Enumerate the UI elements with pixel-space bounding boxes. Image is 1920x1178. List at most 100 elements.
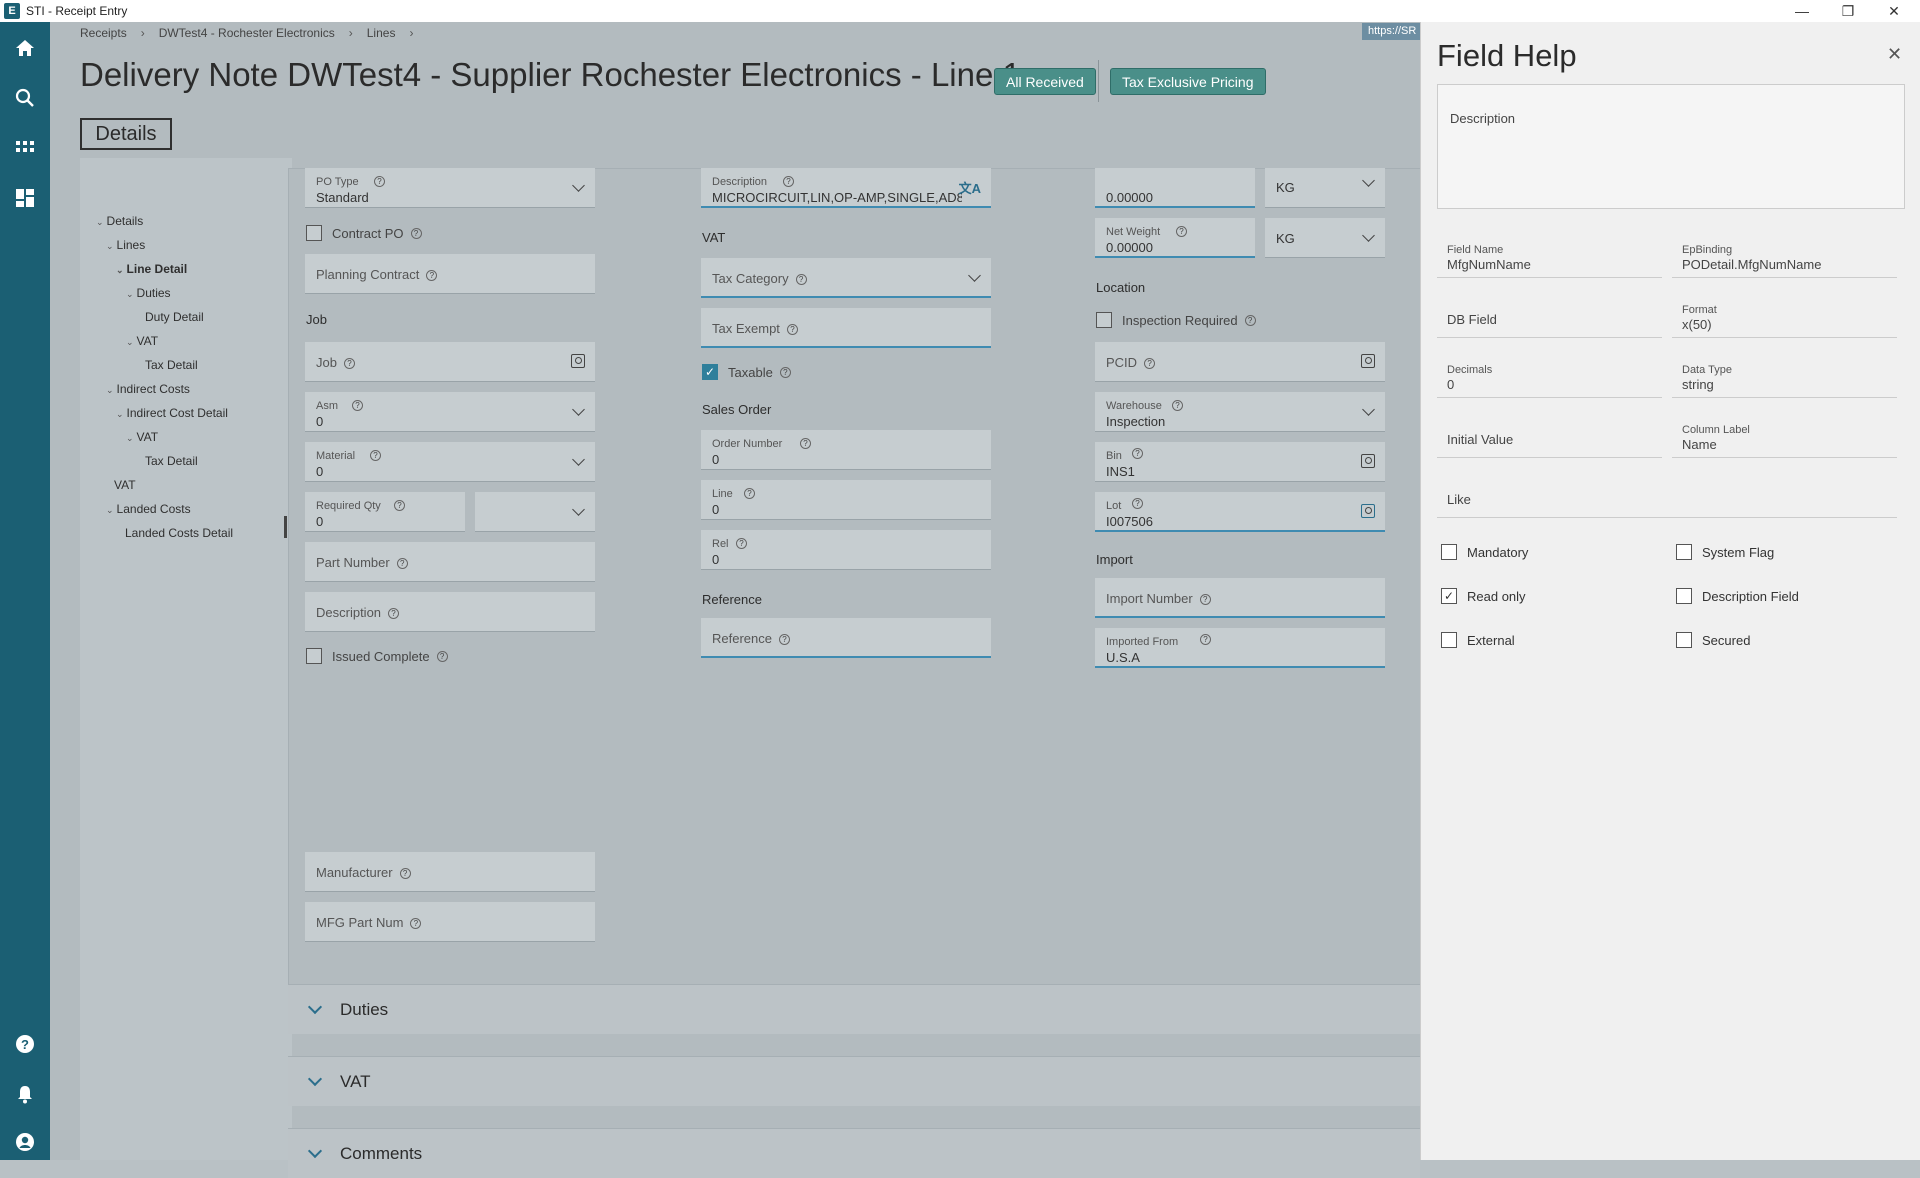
- window-titlebar: E STI - Receipt Entry — ❐ ✕: [0, 0, 1920, 22]
- duties-section-header[interactable]: Duties: [288, 984, 1420, 1034]
- description-field-checkbox[interactable]: Description Field: [1676, 588, 1799, 604]
- manufacturer-field[interactable]: Manufacturer?: [305, 852, 595, 892]
- chevron-down-icon: [968, 269, 981, 282]
- required-qty-field[interactable]: Required Qty? 0: [305, 492, 465, 532]
- issued-complete-checkbox[interactable]: Issued Complete?: [306, 648, 448, 664]
- order-number-field[interactable]: Order Number? 0: [701, 430, 991, 470]
- weight-field[interactable]: 0.00000: [1095, 168, 1255, 208]
- warehouse-dropdown[interactable]: Warehouse? Inspection: [1095, 392, 1385, 432]
- breadcrumb-lines[interactable]: Lines: [367, 26, 396, 40]
- main-content: Receipts › DWTest4 - Rochester Electronic…: [50, 22, 1420, 1178]
- tree-node-landed-costs[interactable]: ⌄ Landed Costs: [106, 502, 191, 516]
- import-number-field[interactable]: Import Number?: [1095, 578, 1385, 618]
- tree-node-details[interactable]: ⌄ Details: [96, 214, 143, 228]
- data-type-field: Data Type string: [1672, 360, 1897, 398]
- material-dropdown[interactable]: Material? 0: [305, 442, 595, 482]
- page-title: Delivery Note DWTest4 - Supplier Rochest…: [80, 56, 1021, 93]
- url-chip: https://SR: [1362, 23, 1420, 40]
- tree-node-duties[interactable]: ⌄ Duties: [126, 286, 171, 300]
- status-badge-pricing: Tax Exclusive Pricing: [1110, 68, 1266, 95]
- translate-icon[interactable]: 文A: [959, 178, 981, 197]
- system-flag-checkbox[interactable]: System Flag: [1676, 544, 1774, 560]
- tree-node-tax-detail-2[interactable]: Tax Detail: [145, 454, 198, 468]
- db-field-field: DB Field: [1437, 300, 1662, 338]
- tree-resize-handle[interactable]: [284, 516, 287, 538]
- window-title: STI - Receipt Entry: [26, 4, 128, 18]
- sales-order-section-label: Sales Order: [702, 402, 772, 417]
- initial-value-field: Initial Value: [1437, 420, 1662, 458]
- field-name-field: Field Name MfgNumName: [1437, 240, 1662, 278]
- restore-button[interactable]: ❐: [1826, 0, 1870, 22]
- lot-field[interactable]: Lot? I007506: [1095, 492, 1385, 532]
- mandatory-checkbox[interactable]: Mandatory: [1441, 544, 1528, 560]
- so-rel-field[interactable]: Rel? 0: [701, 530, 991, 570]
- tax-exempt-field[interactable]: Tax Exempt?: [701, 308, 991, 348]
- so-line-field[interactable]: Line? 0: [701, 480, 991, 520]
- taxable-checkbox[interactable]: ✓ Taxable?: [702, 364, 791, 380]
- user-icon[interactable]: [13, 1130, 37, 1154]
- chevron-down-icon: [307, 1143, 323, 1159]
- read-only-checkbox[interactable]: ✓ Read only: [1441, 588, 1526, 604]
- breadcrumb: Receipts › DWTest4 - Rochester Electronic…: [80, 26, 414, 40]
- search-icon[interactable]: [13, 86, 37, 110]
- dashboard-icon[interactable]: [13, 186, 37, 210]
- external-checkbox[interactable]: External: [1441, 632, 1515, 648]
- weight-uom-dropdown[interactable]: KG: [1265, 168, 1385, 208]
- chevron-down-icon: [1362, 403, 1375, 416]
- import-section-label: Import: [1096, 552, 1133, 567]
- bin-field[interactable]: Bin? INS1: [1095, 442, 1385, 482]
- tree-node-lines[interactable]: ⌄ Lines: [106, 238, 145, 252]
- lookup-icon: [1361, 504, 1375, 518]
- reference-section-label: Reference: [702, 592, 762, 607]
- tree-node-vat[interactable]: ⌄ VAT: [126, 334, 158, 348]
- job-field[interactable]: Job?: [305, 342, 595, 382]
- chevron-down-icon: [572, 179, 585, 192]
- asm-dropdown[interactable]: Asm? 0: [305, 392, 595, 432]
- bell-icon[interactable]: [13, 1082, 37, 1106]
- help-icon[interactable]: ?: [13, 1032, 37, 1056]
- apps-grid-icon[interactable]: [13, 136, 37, 160]
- tree-node-indirect-costs[interactable]: ⌄ Indirect Costs: [106, 382, 190, 396]
- part-number-field[interactable]: Part Number?: [305, 542, 595, 582]
- breadcrumb-receipts[interactable]: Receipts: [80, 26, 127, 40]
- required-qty-uom-dropdown[interactable]: [475, 492, 595, 532]
- pcid-field[interactable]: PCID?: [1095, 342, 1385, 382]
- job-section-label: Job: [306, 312, 327, 327]
- contract-po-checkbox[interactable]: Contract PO?: [306, 225, 422, 241]
- navigation-tree: ⌄ Details ⌄ Lines ⌄ Line Detail ⌄ Duties Dut…: [80, 158, 292, 1160]
- tree-node-indirect-cost-detail[interactable]: ⌄ Indirect Cost Detail: [116, 406, 228, 420]
- tree-node-vat-3[interactable]: VAT: [114, 478, 136, 492]
- description-textarea[interactable]: Description: [1437, 84, 1905, 209]
- tax-category-dropdown[interactable]: Tax Category?: [701, 258, 991, 298]
- minimize-button[interactable]: —: [1780, 0, 1824, 22]
- comments-section-header[interactable]: Comments: [288, 1128, 1420, 1178]
- vat-section-label: VAT: [702, 230, 726, 245]
- format-field: Format x(50): [1672, 300, 1897, 338]
- imported-from-field[interactable]: Imported From? U.S.A: [1095, 628, 1385, 668]
- status-badge-received: All Received: [994, 68, 1096, 95]
- net-weight-uom-dropdown[interactable]: KG: [1265, 218, 1385, 258]
- line-description-field[interactable]: Description? MICROCIRCUIT,LIN,OP-AMP,SIN…: [701, 168, 991, 208]
- breadcrumb-receipt[interactable]: DWTest4 - Rochester Electronics: [159, 26, 335, 40]
- like-field: Like: [1437, 480, 1897, 518]
- tree-node-line-detail[interactable]: ⌄ Line Detail: [116, 262, 187, 276]
- description-field[interactable]: Description?: [305, 592, 595, 632]
- close-icon[interactable]: ✕: [1887, 44, 1902, 65]
- vat-section-header[interactable]: VAT: [288, 1056, 1420, 1106]
- po-type-dropdown[interactable]: PO Type? Standard: [305, 168, 595, 208]
- mfg-part-num-field[interactable]: MFG Part Num?: [305, 902, 595, 942]
- net-weight-field[interactable]: Net Weight? 0.00000: [1095, 218, 1255, 258]
- decimals-field: Decimals 0: [1437, 360, 1662, 398]
- home-icon[interactable]: [13, 36, 37, 60]
- inspection-required-checkbox[interactable]: Inspection Required?: [1096, 312, 1256, 328]
- close-window-button[interactable]: ✕: [1872, 0, 1916, 22]
- secured-checkbox[interactable]: Secured: [1676, 632, 1750, 648]
- reference-field[interactable]: Reference?: [701, 618, 991, 658]
- tree-node-landed-costs-detail[interactable]: Landed Costs Detail: [125, 526, 233, 540]
- tree-node-duty-detail[interactable]: Duty Detail: [145, 310, 204, 324]
- chevron-down-icon: [572, 403, 585, 416]
- tree-node-vat-2[interactable]: ⌄ VAT: [126, 430, 158, 444]
- tree-node-tax-detail[interactable]: Tax Detail: [145, 358, 198, 372]
- planning-contract-field[interactable]: Planning Contract?: [305, 254, 595, 294]
- details-button[interactable]: Details: [80, 118, 172, 150]
